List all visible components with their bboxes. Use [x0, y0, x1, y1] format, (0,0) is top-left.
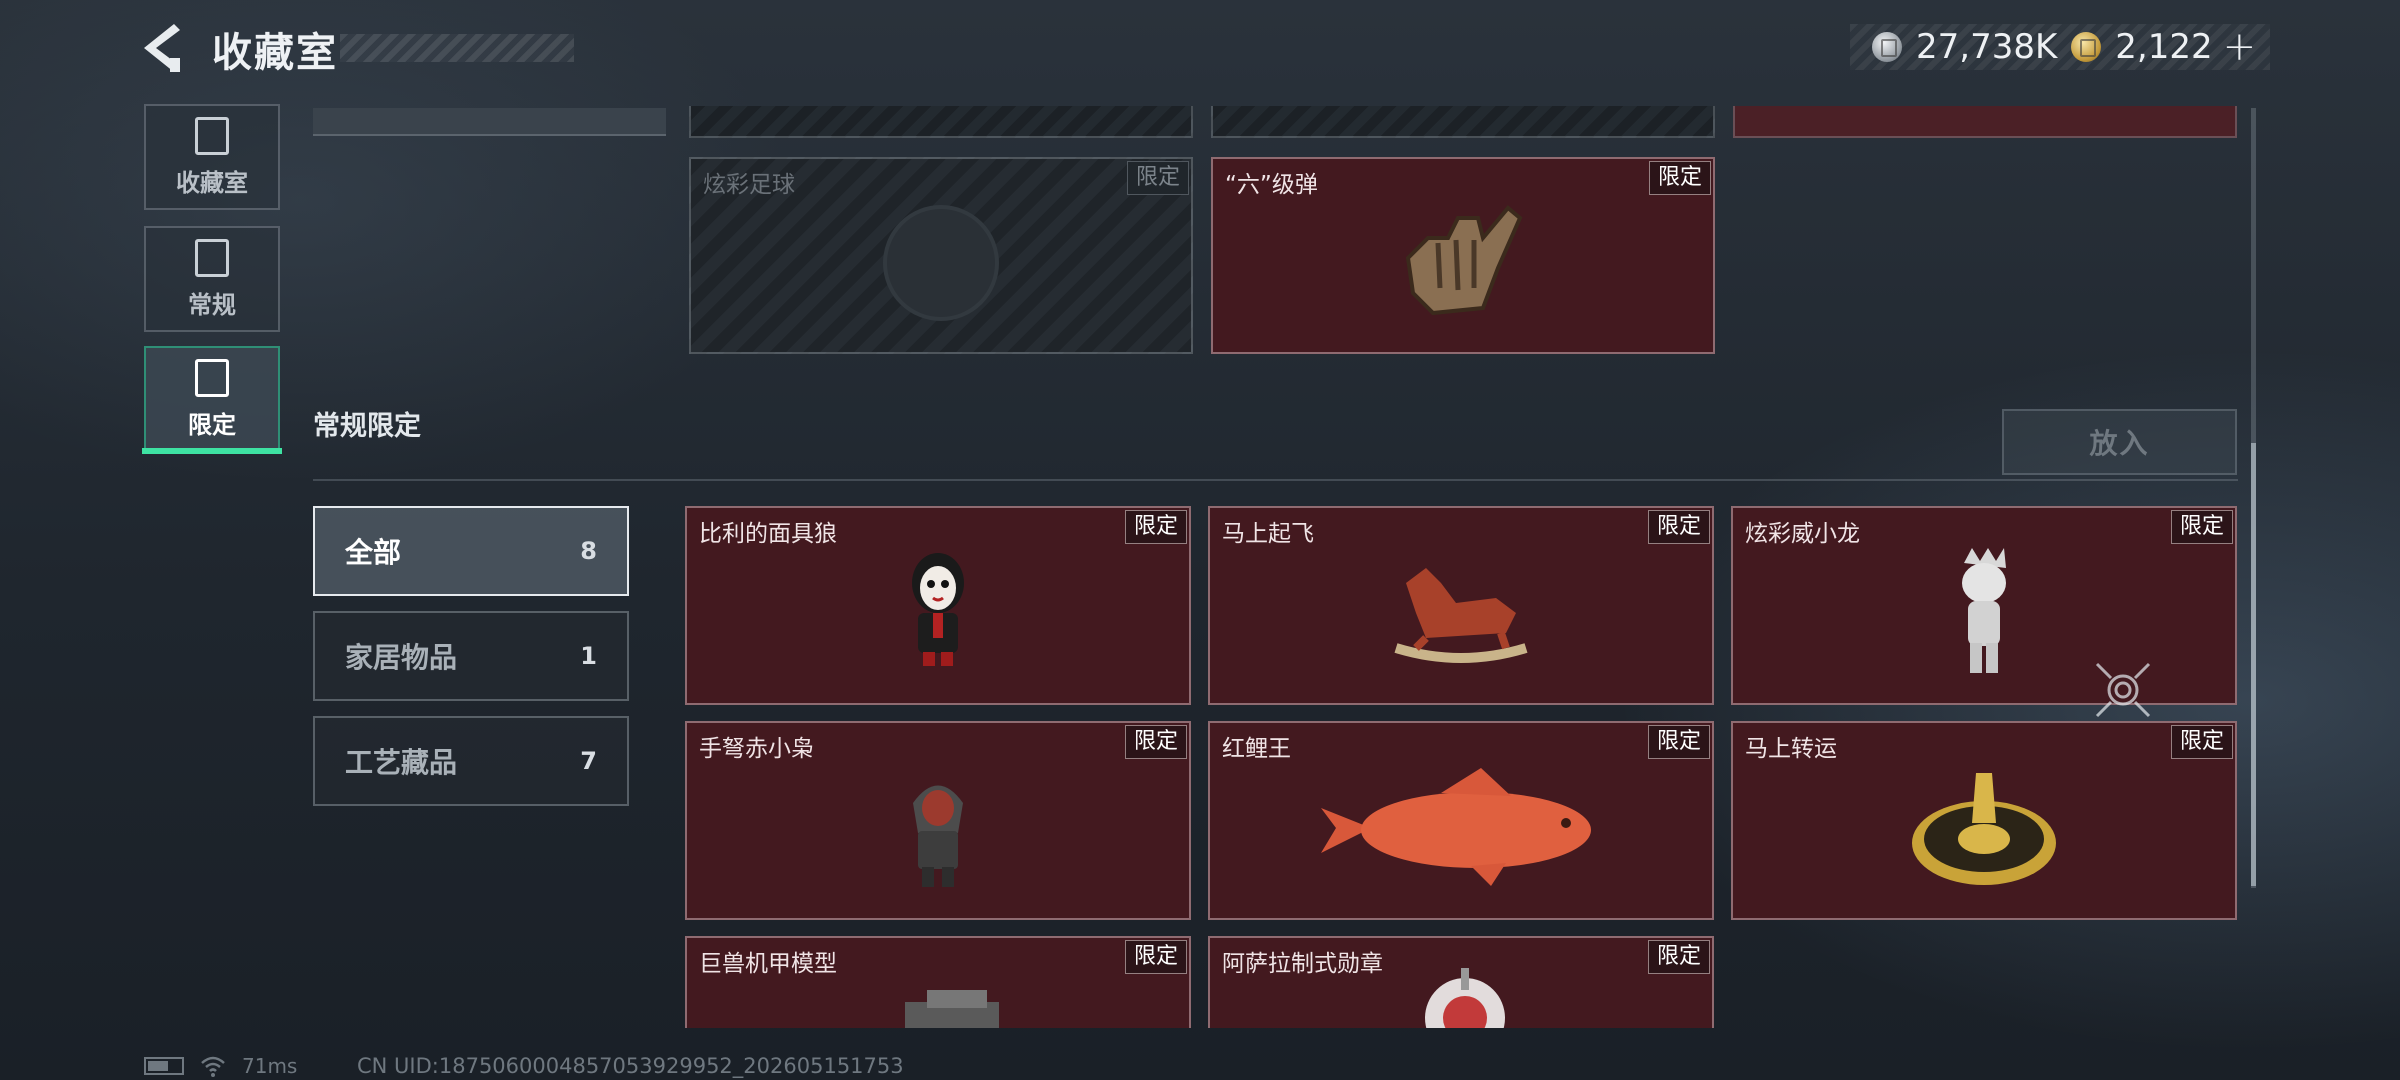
rocking-horse-icon: [1394, 568, 1528, 664]
dragon-figure-icon: [1962, 548, 2006, 674]
item-card[interactable]: 炫彩足球 限定: [689, 157, 1193, 354]
limited-tag: 限定: [1647, 940, 1710, 974]
limited-tag: 限定: [2170, 510, 2233, 544]
nav-limited[interactable]: 限定: [144, 346, 280, 452]
filter-count: 8: [580, 537, 597, 565]
section-divider: [313, 479, 2238, 481]
item-name: 比利的面具狼: [699, 521, 837, 547]
silver-coin-icon: [1872, 32, 1902, 62]
item-card[interactable]: 手弩赤小枭 限定: [685, 721, 1191, 920]
put-in-button[interactable]: 放入: [2002, 409, 2237, 475]
filter-label: 工艺藏品: [345, 746, 458, 779]
gold-currency-value: 2,122: [2115, 27, 2213, 67]
limited-tag: 限定: [1648, 161, 1711, 195]
limited-tag: 限定: [1647, 725, 1710, 759]
nav-label: 常规: [188, 290, 236, 319]
limited-tag: 限定: [1647, 510, 1710, 544]
cut-card: [1211, 106, 1715, 138]
title-decoration: [340, 34, 574, 62]
item-name: 炫彩足球: [703, 172, 795, 198]
item-name: 红鲤王: [1222, 736, 1291, 762]
nav-active-indicator: [142, 448, 282, 454]
nav-collection-room[interactable]: 收藏室: [144, 104, 280, 210]
filter-crafts[interactable]: 工艺藏品 7: [313, 716, 629, 806]
limited-icon: [195, 358, 229, 397]
item-card[interactable]: 阿萨拉制式勋章 限定: [1208, 936, 1714, 1028]
limited-tag: 限定: [2170, 725, 2233, 759]
item-card[interactable]: 比利的面具狼 限定: [685, 506, 1191, 705]
filter-count: 1: [580, 642, 597, 670]
mask-wolf-figure-icon: [912, 553, 964, 667]
currency-bar: 27,738K 2,122 +: [1850, 24, 2270, 70]
fortune-wheel-icon: [1912, 773, 2056, 886]
filter-home-items[interactable]: 家居物品 1: [313, 611, 629, 701]
item-name: 阿萨拉制式勋章: [1222, 951, 1383, 977]
status-bar: 71ms: [144, 1054, 297, 1078]
soccer-ball-icon: [883, 205, 999, 322]
filter-label: 全部: [345, 536, 402, 569]
item-card[interactable]: 马上起飞 限定: [1208, 506, 1714, 705]
nav-regular[interactable]: 常规: [144, 226, 280, 332]
nav-label: 限定: [188, 410, 236, 439]
add-currency-button[interactable]: +: [2223, 24, 2257, 70]
page-title: 收藏室: [212, 30, 338, 76]
section-title: 常规限定: [313, 411, 421, 442]
crosshair-icon: [2095, 662, 2151, 718]
filter-all[interactable]: 全部 8: [313, 506, 629, 596]
item-card[interactable]: 巨兽机甲模型 限定: [685, 936, 1191, 1028]
wifi-icon: [201, 1056, 225, 1077]
item-name: 马上起飞: [1222, 521, 1314, 547]
filter-count: 7: [580, 747, 597, 775]
limited-tag: 限定: [1124, 940, 1187, 974]
silver-currency-value: 27,738K: [1916, 27, 2058, 67]
crossbow-owl-figure-icon: [913, 785, 963, 888]
cut-card: [1733, 106, 2237, 138]
limited-tag: 限定: [1126, 161, 1189, 195]
mech-model-icon: [905, 990, 999, 1028]
limited-tag: 限定: [1124, 725, 1187, 759]
nav-label: 收藏室: [176, 168, 248, 197]
medal-icon: [1425, 968, 1505, 1028]
limited-tag: 限定: [1124, 510, 1187, 544]
item-name: 炫彩威小龙: [1745, 521, 1860, 547]
scrollbar-thumb[interactable]: [2251, 443, 2256, 886]
item-card[interactable]: 马上转运 限定: [1731, 721, 2237, 920]
filter-label: 家居物品: [345, 641, 458, 674]
regular-icon: [195, 238, 229, 277]
upper-section-strip: [313, 108, 666, 136]
gold-coin-icon: [2071, 32, 2102, 62]
red-carp-icon: [1321, 768, 1591, 887]
bullet-hand-icon: [1405, 205, 1523, 316]
item-name: 马上转运: [1745, 736, 1837, 762]
item-card[interactable]: 红鲤王 限定: [1208, 721, 1714, 920]
uid-text: CN UID:18750600048570539299​52_202605151…: [357, 1054, 904, 1078]
item-name: “六”级弹: [1225, 172, 1318, 198]
item-card[interactable]: 炫彩威小龙 限定: [1731, 506, 2237, 705]
back-arrow-icon[interactable]: [140, 22, 184, 74]
ping-value: 71ms: [242, 1054, 298, 1078]
item-name: 手弩赤小枭: [699, 736, 814, 762]
item-name: 巨兽机甲模型: [699, 951, 837, 977]
collection-room-icon: [195, 116, 229, 155]
item-card[interactable]: “六”级弹 限定: [1211, 157, 1715, 354]
battery-icon: [144, 1057, 184, 1075]
cut-card: [689, 106, 1193, 138]
